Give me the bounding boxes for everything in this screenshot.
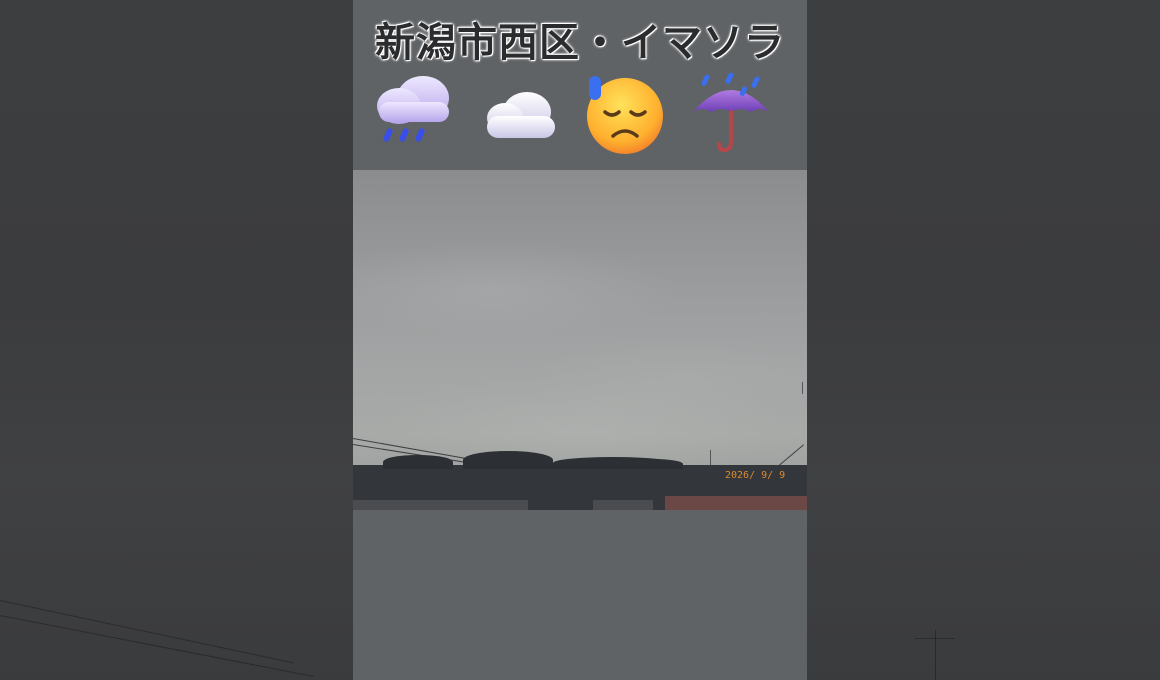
tree — [383, 455, 453, 469]
background-right-panel — [807, 0, 1160, 680]
house-roof — [593, 500, 653, 510]
downcast-face-with-sweat-icon — [587, 76, 663, 154]
cloud-icon — [487, 92, 555, 138]
house-roof — [353, 500, 528, 510]
background-antenna-bar — [915, 638, 955, 639]
column-lower-area — [353, 510, 807, 680]
umbrella-with-rain-drops-icon — [693, 72, 769, 153]
tv-antenna — [802, 382, 803, 394]
weather-icon-row — [371, 72, 791, 156]
background-wire — [0, 615, 315, 678]
house-roof — [665, 496, 807, 510]
photo-timestamp: 2026/ 9/ 9 — [725, 470, 786, 481]
background-left-panel — [0, 0, 353, 680]
video-title: 新潟市西区・イマソラ — [375, 19, 785, 66]
tree — [623, 459, 683, 469]
video-column: 新潟市西区・イマソラ 2026/ 9/ 9 — [353, 0, 807, 680]
background-wire — [0, 600, 294, 664]
cloud-with-rain-icon — [377, 76, 449, 142]
sky-photo: 2026/ 9/ 9 — [353, 170, 807, 510]
tree — [463, 451, 553, 469]
